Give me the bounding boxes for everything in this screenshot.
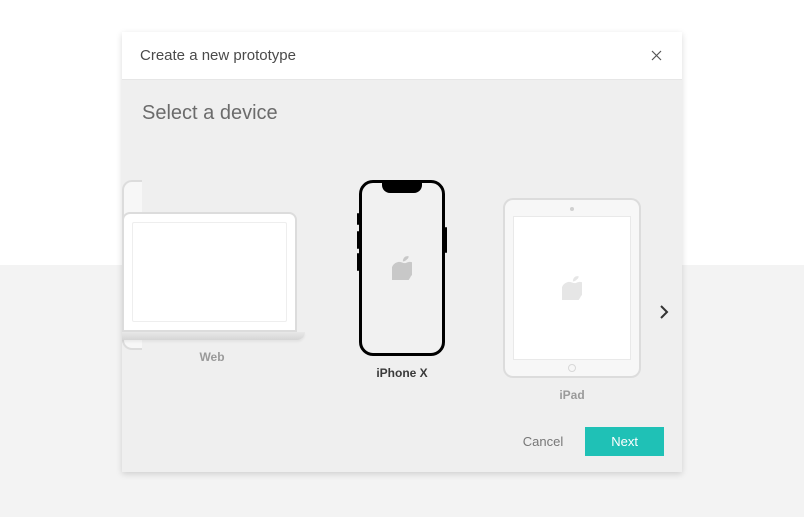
laptop-illustration: [122, 212, 297, 332]
next-button[interactable]: Next: [585, 427, 664, 456]
create-prototype-modal: Create a new prototype Select a device W…: [122, 32, 682, 472]
apple-logo-icon: [392, 256, 412, 280]
iphone-notch: [382, 183, 422, 193]
device-option-ipad[interactable]: iPad: [492, 198, 652, 402]
section-title: Select a device: [142, 102, 278, 125]
apple-logo-icon: [562, 276, 582, 300]
ipad-illustration: [503, 198, 641, 378]
device-label: iPhone X: [357, 366, 447, 380]
iphone-illustration: [359, 180, 445, 356]
device-option-iphone-x[interactable]: iPhone X: [357, 180, 447, 380]
device-label: iPad: [492, 388, 652, 402]
device-label: Web: [122, 350, 302, 364]
modal-header: Create a new prototype: [122, 32, 682, 80]
modal-title: Create a new prototype: [140, 47, 296, 64]
modal-body: Select a device Web: [122, 80, 682, 472]
close-button[interactable]: [648, 48, 664, 64]
ipad-home-button: [568, 364, 576, 372]
device-option-web[interactable]: Web: [122, 212, 302, 364]
cancel-button[interactable]: Cancel: [519, 428, 567, 455]
device-carousel: Web iPhone X: [122, 180, 682, 410]
laptop-base-illustration: [122, 332, 305, 340]
close-icon: [651, 50, 662, 61]
ipad-camera: [570, 207, 574, 211]
modal-footer: Cancel Next: [519, 427, 664, 456]
